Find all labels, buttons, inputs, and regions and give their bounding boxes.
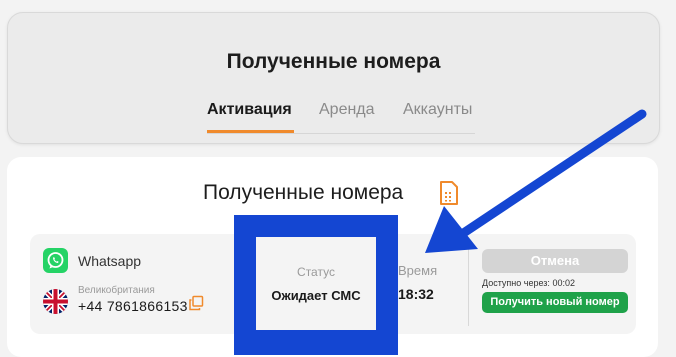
status-cell: Статус Ожидает СМС [256, 237, 376, 330]
tab-rent[interactable]: Аренда [319, 101, 375, 119]
status-value: Ожидает СМС [271, 288, 361, 303]
active-tab-indicator [207, 130, 294, 133]
tab-accounts[interactable]: Аккаунты [403, 101, 472, 119]
country-name: Великобритания [78, 285, 155, 296]
available-in-label: Доступно через: 00:02 [482, 278, 575, 288]
service-name: Whatsapp [78, 253, 142, 269]
available-in-text: Доступно через: [482, 278, 550, 288]
uk-flag-icon [43, 289, 68, 314]
tabs: Активация Аренда Аккаунты [207, 101, 475, 134]
sim-card-icon[interactable] [439, 180, 459, 206]
column-divider [468, 246, 469, 326]
whatsapp-icon [43, 248, 68, 273]
time-label: Время [398, 263, 438, 278]
copy-icon[interactable] [188, 295, 204, 311]
cancel-button[interactable]: Отмена [482, 249, 628, 273]
get-new-number-button[interactable]: Получить новый номер [482, 292, 628, 313]
status-highlight-frame: Статус Ожидает СМС [234, 215, 398, 355]
tab-activation[interactable]: Активация [207, 101, 292, 119]
status-label: Статус [297, 265, 335, 279]
section-title: Полученные номера [203, 181, 404, 204]
received-numbers-header-card: Полученные номера Активация Аренда Аккау… [7, 12, 660, 144]
available-in-time: 00:02 [552, 278, 575, 288]
time-value: 18:32 [398, 286, 434, 302]
page-title: Полученные номера [226, 50, 441, 73]
phone-number: +44 7861866153 [78, 298, 188, 314]
